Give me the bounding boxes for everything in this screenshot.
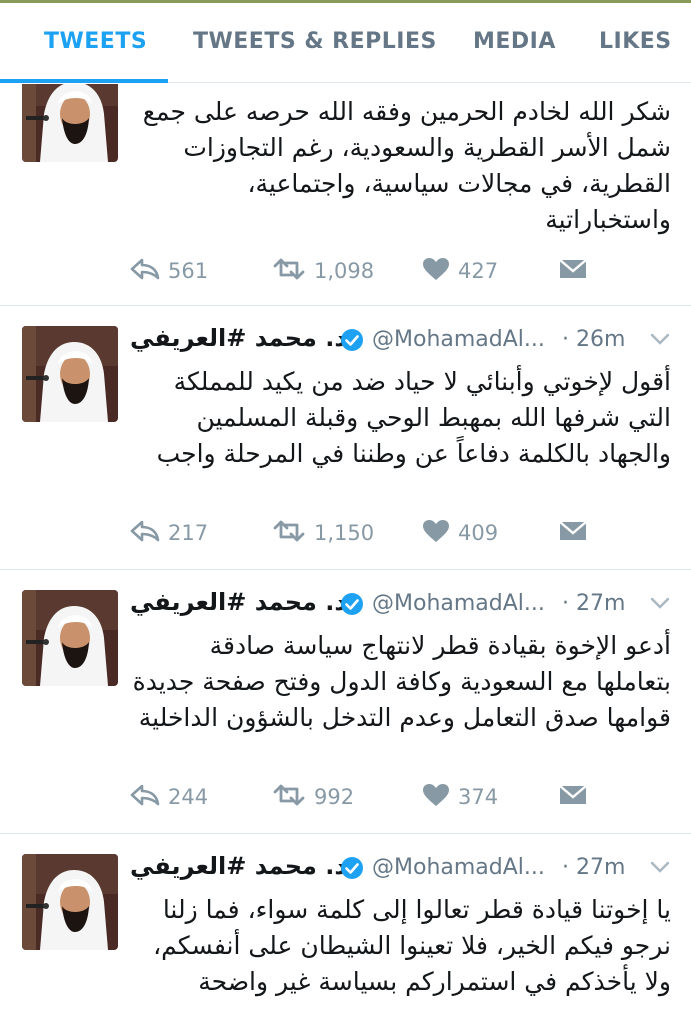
tweet-text: أدعو الإخوة بقيادة قطر لانتهاج سياسة صاد… [132, 631, 671, 732]
reply-count: 217 [168, 521, 209, 545]
verified-badge-icon [340, 328, 364, 352]
tweet-text: يا إخوتنا قيادة قطر تعالوا إلى كلمة سواء… [153, 895, 671, 996]
retweet-count: 1,098 [314, 259, 375, 283]
retweet-count: 992 [314, 785, 355, 809]
tweet[interactable]: د. محمد #العريفي @MohamadAl... · 26m أقو… [0, 306, 691, 570]
like-count: 409 [458, 521, 499, 545]
chevron-down-icon[interactable] [649, 330, 671, 348]
avatar[interactable] [22, 84, 118, 162]
timestamp[interactable]: · 26m [562, 327, 625, 352]
tab-media[interactable]: MEDIA [473, 29, 556, 54]
envelope-icon [558, 519, 596, 548]
handle[interactable]: @MohamadAl... [372, 327, 545, 352]
tab-tweets-and-replies[interactable]: TWEETS & REPLIES [193, 29, 437, 54]
like-button[interactable]: 409 [422, 518, 498, 548]
profile-tabs: TWEETS TWEETS & REPLIES MEDIA LIKES [0, 3, 691, 83]
avatar[interactable] [22, 326, 118, 422]
direct-message-button[interactable] [558, 518, 596, 548]
tweet-text: شكر الله لخادم الحرمين وفقه الله حرصه عل… [142, 97, 671, 234]
tweet-feed[interactable]: شكر الله لخادم الحرمين وفقه الله حرصه عل… [0, 84, 691, 1024]
heart-icon [422, 783, 458, 812]
tweet[interactable]: شكر الله لخادم الحرمين وفقه الله حرصه عل… [0, 84, 691, 306]
retweet-icon [272, 519, 314, 548]
retweet-button[interactable]: 1,150 [272, 518, 374, 548]
like-button[interactable]: 374 [422, 782, 498, 812]
direct-message-button[interactable] [558, 256, 596, 286]
tweet-header: د. محمد #العريفي @MohamadAl... · 26m [130, 324, 671, 360]
timestamp[interactable]: · 27m [562, 855, 625, 880]
reply-count: 244 [168, 785, 209, 809]
tweet-header: د. محمد #العريفي @MohamadAl... · 27m [130, 852, 671, 888]
envelope-icon [558, 783, 596, 812]
reply-count: 561 [168, 259, 209, 283]
active-tab-indicator [0, 79, 168, 83]
display-name[interactable]: د. محمد #العريفي [130, 852, 347, 880]
tweet-actions: 244 992 374 [130, 782, 600, 812]
retweet-icon [272, 257, 314, 286]
chevron-down-icon[interactable] [649, 594, 671, 612]
handle[interactable]: @MohamadAl... [372, 855, 545, 880]
display-name[interactable]: د. محمد #العريفي [130, 324, 347, 352]
tweet-actions: 217 1,150 409 [130, 518, 600, 548]
reply-button[interactable]: 244 [130, 782, 208, 812]
tab-likes[interactable]: LIKES [599, 29, 672, 54]
reply-icon [130, 783, 168, 812]
tweet[interactable]: د. محمد #العريفي @MohamadAl... · 27m أدع… [0, 570, 691, 834]
tweet-header: د. محمد #العريفي @MohamadAl... · 27m [130, 588, 671, 624]
retweet-count: 1,150 [314, 521, 375, 545]
handle[interactable]: @MohamadAl... [372, 591, 545, 616]
chevron-down-icon[interactable] [649, 858, 671, 876]
timestamp[interactable]: · 27m [562, 591, 625, 616]
like-button[interactable]: 427 [422, 256, 498, 286]
retweet-button[interactable]: 1,098 [272, 256, 374, 286]
heart-icon [422, 519, 458, 548]
heart-icon [422, 257, 458, 286]
tweet[interactable]: د. محمد #العريفي @MohamadAl... · 27m يا … [0, 834, 691, 1024]
tweet-text: أقول لإخوتي وأبنائي لا حياد ضد من يكيد ل… [156, 367, 671, 468]
reply-button[interactable]: 217 [130, 518, 208, 548]
retweet-icon [272, 783, 314, 812]
avatar[interactable] [22, 590, 118, 686]
reply-icon [130, 519, 168, 548]
verified-badge-icon [340, 856, 364, 880]
envelope-icon [558, 257, 596, 286]
verified-badge-icon [340, 592, 364, 616]
like-count: 374 [458, 785, 499, 809]
reply-button[interactable]: 561 [130, 256, 208, 286]
display-name[interactable]: د. محمد #العريفي [130, 588, 347, 616]
reply-icon [130, 257, 168, 286]
retweet-button[interactable]: 992 [272, 782, 354, 812]
direct-message-button[interactable] [558, 782, 596, 812]
tweet-actions: 561 1,098 427 [130, 256, 600, 286]
like-count: 427 [458, 259, 499, 283]
tab-tweets[interactable]: TWEETS [44, 29, 147, 54]
avatar[interactable] [22, 854, 118, 950]
